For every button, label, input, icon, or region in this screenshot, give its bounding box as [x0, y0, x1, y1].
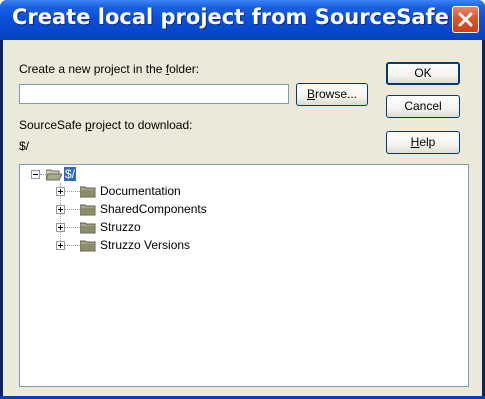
cancel-button[interactable]: Cancel: [386, 95, 460, 118]
tree-root-node[interactable]: $/: [20, 165, 140, 181]
folder-icon: [80, 240, 96, 252]
expand-icon[interactable]: [56, 223, 65, 232]
ok-button[interactable]: OK: [386, 62, 460, 85]
open-folder-icon: [46, 169, 62, 181]
folder-label-pre: Create a new project in the: [19, 62, 166, 76]
project-tree[interactable]: $/ Documentation SharedComponents Struzz…: [19, 164, 469, 387]
window-title: Create local project from SourceSafe: [12, 5, 449, 29]
tree-item-documentation[interactable]: Documentation: [20, 183, 320, 199]
tree-item-struzzo-versions[interactable]: Struzzo Versions: [20, 237, 320, 253]
folder-label: Create a new project in the folder:: [19, 62, 199, 76]
project-label-accel: p: [85, 118, 92, 132]
close-button[interactable]: [452, 6, 479, 33]
folder-label-post: older:: [169, 62, 200, 76]
tree-item-label: SharedComponents: [100, 202, 207, 216]
collapse-icon[interactable]: [31, 170, 40, 179]
tree-root-label: $/: [64, 167, 77, 181]
project-path: $/: [19, 139, 30, 153]
dialog-window: Create local project from SourceSafe Cre…: [0, 0, 485, 399]
expand-icon[interactable]: [56, 241, 65, 250]
tree-item-sharedcomponents[interactable]: SharedComponents: [20, 201, 320, 217]
folder-input[interactable]: [19, 84, 289, 104]
expand-icon[interactable]: [56, 187, 65, 196]
folder-icon: [80, 204, 96, 216]
project-label: SourceSafe project to download:: [19, 118, 192, 132]
title-bar[interactable]: Create local project from SourceSafe: [0, 0, 485, 40]
tree-item-label: Struzzo Versions: [100, 238, 191, 252]
browse-button[interactable]: Browse...: [296, 83, 368, 106]
browse-accel: B: [306, 87, 315, 101]
tree-item-label: Struzzo: [100, 220, 141, 234]
project-label-post: roject to download:: [91, 118, 193, 132]
folder-icon: [80, 186, 96, 198]
browse-post: rowse...: [315, 87, 358, 101]
folder-icon: [80, 222, 96, 234]
close-icon: [458, 12, 473, 27]
help-post: elp: [419, 135, 436, 149]
help-button[interactable]: Help: [386, 131, 460, 154]
expand-icon[interactable]: [56, 205, 65, 214]
tree-item-label: Documentation: [100, 184, 181, 198]
tree-item-struzzo[interactable]: Struzzo: [20, 219, 320, 235]
project-label-pre: SourceSafe: [19, 118, 86, 132]
